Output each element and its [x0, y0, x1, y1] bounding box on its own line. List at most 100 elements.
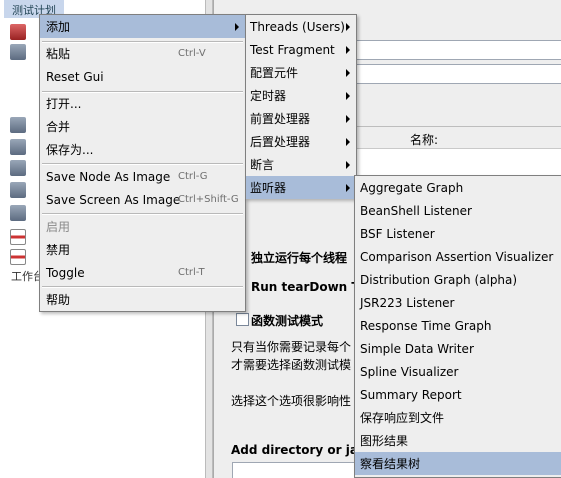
tree-node-4[interactable] [10, 137, 40, 157]
functional-mode-desc-1: 只有当你需要记录每个 [231, 340, 352, 354]
menu-item-label: 前置处理器 [250, 112, 311, 126]
menu-item-open[interactable]: 打开... [40, 92, 245, 115]
tree-node-2[interactable] [10, 42, 40, 62]
tree-node-8[interactable] [10, 227, 40, 247]
menu-item-label: Summary Report [360, 387, 462, 402]
menu-item-threads[interactable]: Threads (Users) [246, 15, 356, 38]
submenu-arrow-icon [235, 22, 239, 31]
menu-item-label: 帮助 [46, 293, 71, 307]
submenu-arrow-icon [346, 183, 350, 192]
menu-item-toggle[interactable]: Toggle Ctrl-T [40, 261, 245, 284]
menu-item-save-responses-to-file[interactable]: 保存响应到文件 [355, 406, 561, 429]
menu-item-view-results-tree[interactable]: 察看结果树 [355, 452, 561, 475]
menu-item-shortcut: Ctrl-V [178, 48, 206, 59]
menu-item-label: 图形结果 [360, 434, 409, 448]
tree-node-9[interactable] [10, 247, 40, 267]
menu-item-label: Comparison Assertion Visualizer [360, 249, 554, 264]
tree-node-3[interactable] [10, 115, 40, 135]
menu-item-label: Spline Visualizer [360, 364, 459, 379]
functional-mode-label: 函数测试模式 [251, 314, 324, 328]
tree-node-5[interactable] [10, 158, 40, 178]
menu-item-label: 监听器 [250, 181, 287, 195]
menu-item-post-processor[interactable]: 后置处理器 [246, 130, 356, 153]
menu-item-label: Save Node As Image [46, 169, 171, 184]
menu-item-label: 打开... [46, 97, 82, 111]
menu-item-merge[interactable]: 合并 [40, 115, 245, 138]
listener-icon [10, 249, 26, 265]
menu-item-paste[interactable]: 粘贴 Ctrl-V [40, 42, 245, 65]
menu-item-spline-visualizer[interactable]: Spline Visualizer [355, 360, 561, 383]
menu-item-label: 定时器 [250, 89, 287, 103]
menu-item-summary-report[interactable]: Summary Report [355, 383, 561, 406]
menu-item-label: Test Fragment [250, 42, 335, 57]
menu-item-response-time-graph[interactable]: Response Time Graph [355, 314, 561, 337]
submenu-arrow-icon [346, 68, 350, 77]
menu-item-beanshell-listener[interactable]: BeanShell Listener [355, 199, 561, 222]
sampler-icon [10, 182, 26, 198]
menu-item-jsr223-listener[interactable]: JSR223 Listener [355, 291, 561, 314]
menu-item-save-screen-image[interactable]: Save Screen As Image Ctrl+Shift-G [40, 188, 245, 211]
menu-item-label: Distribution Graph (alpha) [360, 272, 518, 287]
menu-item-graph-results[interactable]: 图形结果 [355, 429, 561, 452]
functional-mode-checkbox[interactable] [236, 313, 249, 326]
comment-field[interactable] [354, 64, 561, 84]
menu-item-assertion[interactable]: 断言 [246, 153, 356, 176]
sampler-icon [10, 117, 26, 133]
menu-item-label: 后置处理器 [250, 135, 311, 149]
broom-icon [10, 24, 26, 40]
menu-separator [42, 286, 243, 288]
menu-item-aggregate-graph[interactable]: Aggregate Graph [355, 176, 561, 199]
menu-item-label: 断言 [250, 158, 275, 172]
menu-item-label: 禁用 [46, 243, 71, 257]
listener-submenu: Aggregate Graph BeanShell Listener BSF L… [354, 175, 561, 478]
tree-node-7[interactable] [10, 203, 40, 223]
name-column-label: 名称: [410, 133, 439, 147]
menu-item-save-node-image[interactable]: Save Node As Image Ctrl-G [40, 165, 245, 188]
menu-item-label: 粘贴 [46, 47, 71, 61]
tree-node-6[interactable] [10, 180, 40, 200]
assertion-icon [10, 205, 26, 221]
menu-item-help[interactable]: 帮助 [40, 288, 245, 311]
menu-item-distribution-graph[interactable]: Distribution Graph (alpha) [355, 268, 561, 291]
menu-item-label: 配置元件 [250, 66, 299, 80]
menu-item-config-element[interactable]: 配置元件 [246, 61, 356, 84]
menu-separator [42, 213, 243, 215]
name-field[interactable] [354, 40, 561, 60]
menu-item-simple-data-writer[interactable]: Simple Data Writer [355, 337, 561, 360]
menu-item-label: JSR223 Listener [360, 295, 455, 310]
menu-item-label: Aggregate Graph [360, 180, 464, 195]
menu-item-label: 察看结果树 [360, 457, 421, 471]
menu-item-save-as[interactable]: 保存为... [40, 138, 245, 161]
menu-item-label: 启用 [46, 220, 71, 234]
sampler-icon [10, 139, 26, 155]
menu-item-label: 保存响应到文件 [360, 411, 445, 425]
menu-item-label: BeanShell Listener [360, 203, 472, 218]
functional-mode-desc-2: 才需要选择函数测试模 [231, 358, 352, 372]
menu-item-reset-gui[interactable]: Reset Gui [40, 65, 245, 88]
menu-item-label: 添加 [46, 20, 71, 34]
menu-item-label: Toggle [46, 265, 85, 280]
menu-item-add[interactable]: 添加 [40, 15, 245, 38]
menu-item-label: Response Time Graph [360, 318, 492, 333]
add-submenu: Threads (Users) Test Fragment 配置元件 定时器 前… [245, 14, 357, 199]
run-each-threadgroup-label: 独立运行每个线程 [251, 251, 348, 265]
menu-item-disable[interactable]: 禁用 [40, 238, 245, 261]
menu-item-bsf-listener[interactable]: BSF Listener [355, 222, 561, 245]
tree-node-1[interactable] [10, 22, 40, 42]
menu-item-timer[interactable]: 定时器 [246, 84, 356, 107]
menu-item-label: Save Screen As Image [46, 192, 181, 207]
listener-icon [10, 229, 26, 245]
submenu-arrow-icon [346, 22, 350, 31]
menu-item-comparison-assertion-visualizer[interactable]: Comparison Assertion Visualizer [355, 245, 561, 268]
menu-item-listener[interactable]: 监听器 [246, 176, 356, 199]
menu-item-test-fragment[interactable]: Test Fragment [246, 38, 356, 61]
menu-item-label: Simple Data Writer [360, 341, 474, 356]
sampler-icon [10, 160, 26, 176]
menu-item-shortcut: Ctrl+Shift-G [178, 194, 239, 205]
menu-item-label: Threads (Users) [250, 19, 345, 34]
submenu-arrow-icon [346, 114, 350, 123]
menu-item-shortcut: Ctrl-G [178, 171, 208, 182]
menu-item-pre-processor[interactable]: 前置处理器 [246, 107, 356, 130]
functional-mode-desc-3: 选择这个选项很影响性 [231, 394, 352, 408]
submenu-arrow-icon [346, 160, 350, 169]
